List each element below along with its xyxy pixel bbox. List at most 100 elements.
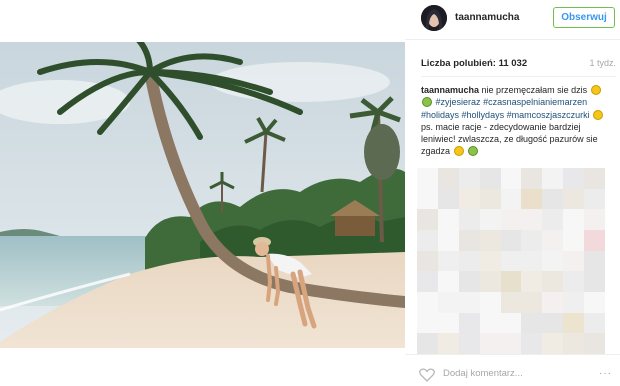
blur-cell (584, 292, 606, 314)
follow-button[interactable]: Obserwuj (553, 7, 615, 28)
blur-cell (500, 188, 522, 210)
blur-cell (458, 250, 481, 272)
grin-emoji-icon (453, 146, 464, 157)
blur-cell (479, 230, 502, 252)
avatar[interactable] (421, 5, 447, 31)
blur-cell (458, 312, 481, 334)
blur-cell (458, 188, 481, 210)
blur-cell (563, 230, 585, 252)
blur-cell (584, 312, 606, 334)
blur-cell (563, 188, 585, 210)
more-options-icon[interactable]: ··· (599, 368, 612, 379)
blur-cell (458, 333, 481, 355)
blur-cell (542, 168, 564, 190)
hashtag-link[interactable]: #mamcoszjaszczurki (507, 110, 590, 120)
post-caption: taannamucha nie przemęczałam sie dzis #z… (421, 84, 616, 158)
blur-cell (563, 168, 585, 190)
blur-cell (500, 209, 522, 231)
blur-cell (500, 292, 522, 314)
blur-cell (542, 292, 564, 314)
post-header: taannamucha Obserwuj (405, 0, 620, 40)
blur-cell (500, 168, 522, 190)
blur-cell (417, 292, 439, 314)
blur-cell (479, 250, 502, 272)
blur-cell (500, 271, 522, 293)
blur-cell (500, 230, 522, 252)
blur-cell (584, 271, 606, 293)
blur-cell (521, 168, 543, 190)
blur-cell (458, 209, 481, 231)
blur-cell (584, 250, 606, 272)
blur-cell (479, 168, 502, 190)
blur-cell (584, 188, 606, 210)
hashtag-link[interactable]: #zyjesieraz (436, 97, 481, 107)
post-photo[interactable] (0, 42, 405, 348)
blur-cell (542, 209, 564, 231)
blur-cell (521, 333, 543, 355)
blur-cell (584, 230, 606, 252)
blur-cell (437, 312, 460, 334)
blurred-comments (417, 168, 606, 355)
likes-count[interactable]: Liczba polubień: 11 032 (421, 58, 527, 69)
blur-cell (563, 271, 585, 293)
blur-cell (437, 333, 460, 355)
blur-cell (437, 292, 460, 314)
blur-cell (521, 271, 543, 293)
blur-cell (458, 168, 481, 190)
blur-cell (417, 312, 439, 334)
blur-cell (458, 292, 481, 314)
hashtag-link[interactable]: #holidays (421, 110, 459, 120)
caption-username[interactable]: taannamucha (421, 85, 479, 95)
blur-cell (563, 209, 585, 231)
blur-cell (417, 271, 439, 293)
post-timestamp[interactable]: 1 tydz. (589, 58, 616, 68)
divider (421, 76, 616, 77)
blur-cell (563, 312, 585, 334)
heart-icon[interactable] (419, 368, 435, 382)
blur-cell (437, 209, 460, 231)
blur-cell (584, 168, 606, 190)
blur-cell (437, 250, 460, 272)
blur-cell (521, 312, 543, 334)
blur-cell (479, 271, 502, 293)
blur-cell (417, 209, 439, 231)
blur-cell (479, 188, 502, 210)
caption-text: nie przemęczałam sie dzis (481, 85, 588, 95)
palm-emoji-icon (422, 97, 432, 108)
comment-bar: Dodaj komentarz... ··· (405, 354, 620, 386)
post-author-username[interactable]: taannamucha (455, 12, 519, 23)
blur-cell (584, 209, 606, 231)
blur-cell (437, 168, 460, 190)
blur-cell (500, 333, 522, 355)
blur-cell (500, 312, 522, 334)
post-stats: Liczba polubień: 11 032 1 tydz. (421, 58, 616, 72)
blur-cell (479, 312, 502, 334)
smile-emoji-icon (590, 85, 601, 95)
hashtag-link[interactable]: #czasnaspelnianiemarzen (483, 97, 587, 107)
blur-cell (479, 209, 502, 231)
blur-cell (563, 292, 585, 314)
blur-cell (521, 209, 543, 231)
blur-cell (521, 188, 543, 210)
blur-cell (521, 250, 543, 272)
blur-cell (542, 188, 564, 210)
blur-cell (437, 188, 460, 210)
blur-cell (563, 333, 585, 355)
lizard-emoji-icon (468, 146, 479, 157)
blur-cell (458, 230, 481, 252)
blur-cell (542, 230, 564, 252)
blur-cell (417, 168, 439, 190)
caption-text: ps. macie racje - zdecydowanie bardziej … (421, 121, 598, 157)
blur-cell (500, 250, 522, 272)
hashtag-link[interactable]: #hollydays (462, 110, 505, 120)
blur-cell (542, 333, 564, 355)
blur-cell (521, 230, 543, 252)
blur-cell (417, 250, 439, 272)
beach-palm-photo (0, 42, 405, 348)
blur-cell (521, 292, 543, 314)
blur-cell (437, 230, 460, 252)
comment-input[interactable]: Dodaj komentarz... (443, 368, 523, 379)
blur-cell (437, 271, 460, 293)
blur-cell (584, 333, 606, 355)
blur-cell (479, 333, 502, 355)
